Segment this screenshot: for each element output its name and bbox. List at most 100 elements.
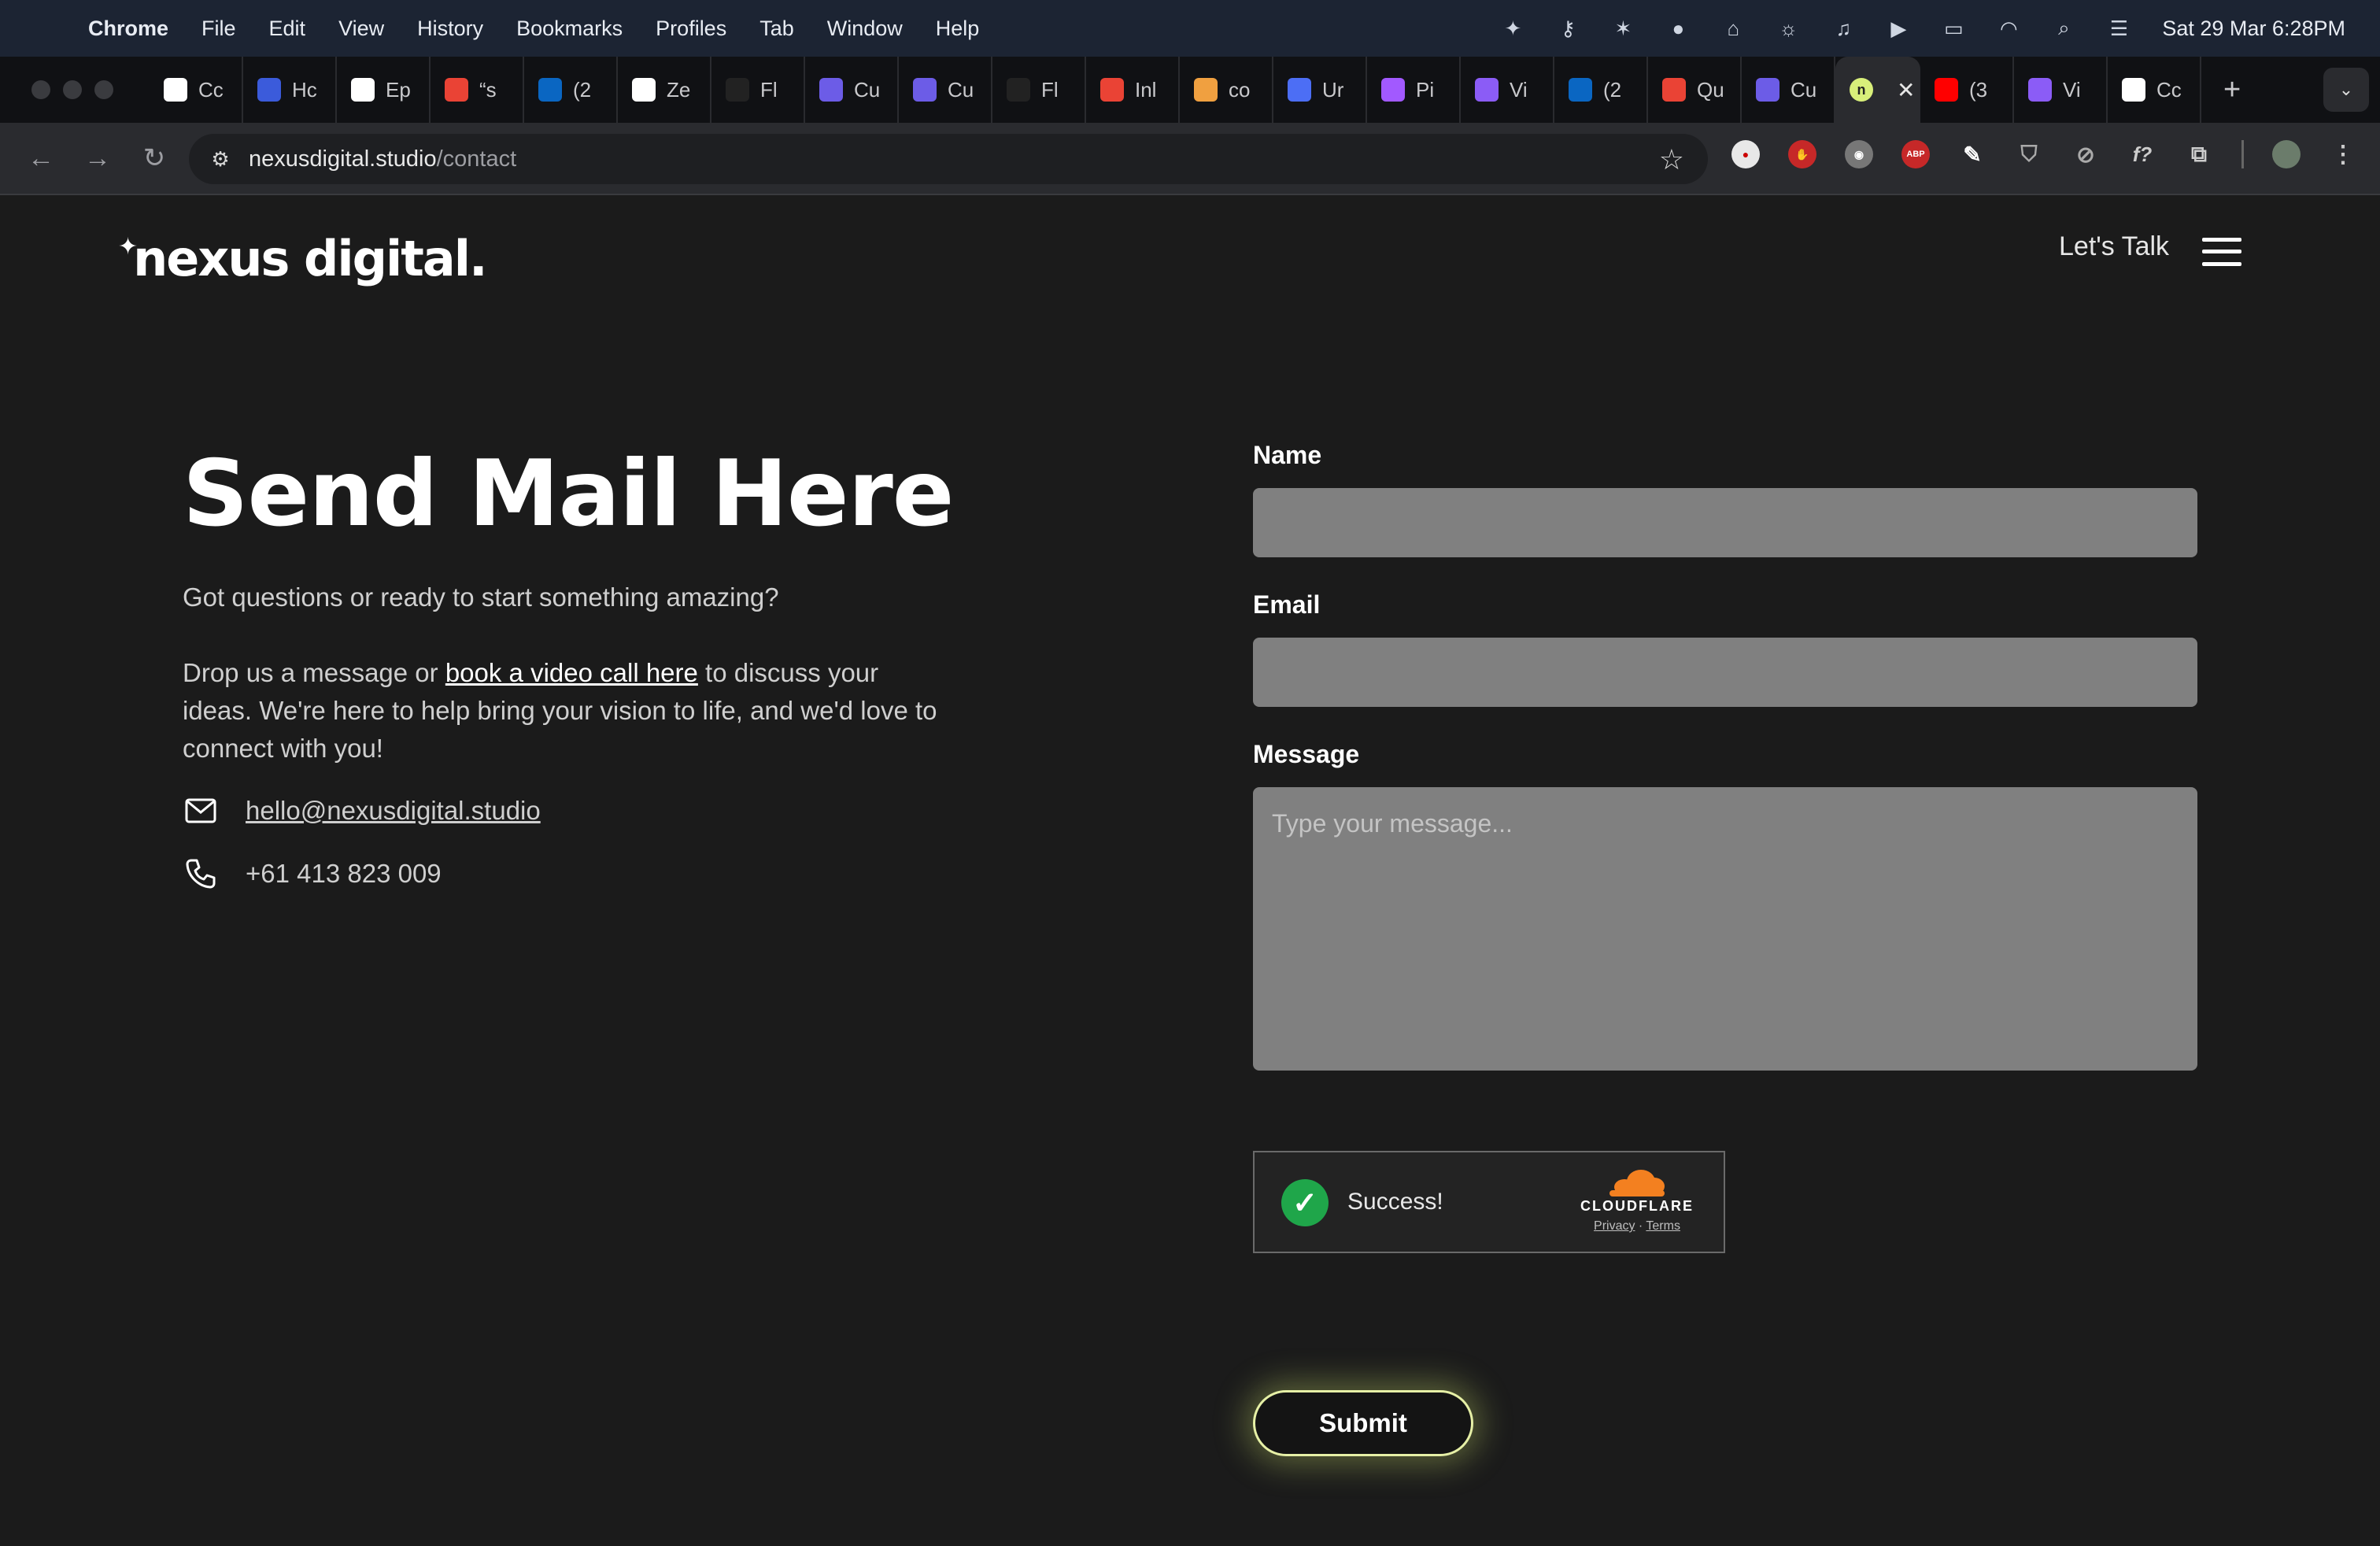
phone-row: +61 413 823 009	[183, 853, 970, 895]
tab-a0[interactable]: (3	[1920, 57, 2014, 123]
tab-title: co	[1229, 77, 1251, 102]
close-window-button[interactable]	[31, 80, 50, 99]
site-header: ✦nexus digital. Let's Talk	[0, 197, 2380, 315]
hamburger-line	[2202, 262, 2241, 266]
menu-history[interactable]: History	[417, 17, 483, 41]
stop-hand-extension-icon[interactable]: ✋	[1788, 140, 1816, 168]
forward-icon[interactable]: →	[82, 142, 113, 174]
menu-file[interactable]: File	[201, 17, 236, 41]
tab-search-icon[interactable]: ⌄	[2323, 68, 2369, 112]
wifi-icon[interactable]: ◠	[1997, 17, 2020, 40]
tab-17[interactable]: Cu	[1742, 57, 1835, 123]
tab-15[interactable]: (2	[1554, 57, 1648, 123]
tab-title: (2	[573, 77, 592, 102]
tab-title: Cu	[948, 77, 974, 102]
minimize-window-button[interactable]	[63, 80, 82, 99]
close-tab-icon[interactable]: ✕	[1897, 77, 1915, 103]
tab-9[interactable]: Fl	[992, 57, 1086, 123]
menu-view[interactable]: View	[338, 17, 384, 41]
cast-icon[interactable]: ⌂	[1721, 17, 1745, 40]
shield-extension-icon[interactable]: ⛉	[2015, 140, 2043, 168]
menu-bookmarks[interactable]: Bookmarks	[516, 17, 623, 41]
profile-avatar[interactable]	[2272, 140, 2301, 168]
privacy-link[interactable]: Privacy	[1594, 1219, 1635, 1233]
email-link[interactable]: hello@nexusdigital.studio	[246, 796, 541, 826]
tab-title: (3	[1969, 77, 1988, 102]
terms-link[interactable]: Terms	[1646, 1219, 1680, 1233]
tab-title: Ur	[1322, 77, 1344, 102]
tab-0[interactable]: Cc	[150, 57, 243, 123]
menu-profiles[interactable]: Profiles	[656, 17, 726, 41]
url-text[interactable]: nexusdigital.studio/contact	[249, 146, 516, 172]
site-settings-icon[interactable]: ⚙	[206, 145, 235, 173]
play-icon[interactable]: ▶	[1887, 17, 1910, 40]
tab-active[interactable]: n ✕	[1835, 57, 1920, 123]
browser-toolbar: ← → ↻ ⚙ nexusdigital.studio/contact ☆ ● …	[0, 123, 2380, 195]
tab-title: Vi	[2063, 77, 2081, 102]
lets-talk-link[interactable]: Let's Talk	[2059, 231, 2169, 262]
key-icon[interactable]: ⚷	[1556, 17, 1580, 40]
message-label: Message	[1253, 740, 1360, 768]
adblock-extension-icon[interactable]: ABP	[1901, 140, 1930, 168]
control-center-icon[interactable]: ☰	[2107, 17, 2131, 40]
brightness-icon[interactable]: ☼	[1776, 17, 1800, 40]
cloudflare-turnstile[interactable]: ✓ Success! CLOUDFLARE Privacy · Terms	[1253, 1151, 1725, 1253]
book-video-call-link[interactable]: book a video call here	[445, 658, 698, 687]
tab-6[interactable]: Fl	[711, 57, 805, 123]
email-field[interactable]	[1253, 638, 2197, 707]
menu-tab[interactable]: Tab	[759, 17, 794, 41]
tab-3[interactable]: “s	[431, 57, 524, 123]
tab-favicon-icon	[1475, 78, 1499, 102]
bookmark-star-icon[interactable]: ☆	[1659, 143, 1684, 176]
chrome-menu-icon[interactable]: ⋮	[2329, 140, 2357, 168]
tab-1[interactable]: Hc	[243, 57, 337, 123]
url-domain: nexusdigital.studio	[249, 146, 437, 172]
message-field[interactable]	[1253, 787, 2197, 1071]
submit-button[interactable]: Submit	[1253, 1390, 1473, 1456]
menu-edit[interactable]: Edit	[269, 17, 306, 41]
font-extension-icon[interactable]: f?	[2128, 140, 2156, 168]
tab-a1[interactable]: Vi	[2014, 57, 2108, 123]
figma-status-icon[interactable]: ✦	[1501, 17, 1524, 40]
tab-16[interactable]: Qu	[1648, 57, 1742, 123]
eyedropper-extension-icon[interactable]: ✎	[1958, 140, 1986, 168]
clock[interactable]: Sat 29 Mar 6:28PM	[2162, 17, 2345, 41]
tab-title: Pi	[1416, 77, 1435, 102]
tab-a2[interactable]: Cc	[2108, 57, 2201, 123]
extensions-puzzle-icon[interactable]: ⧉	[2185, 140, 2213, 168]
owl-extension-icon[interactable]: ◉	[1845, 140, 1873, 168]
pokeball-extension-icon[interactable]: ●	[1731, 140, 1760, 168]
tab-4[interactable]: (2	[524, 57, 618, 123]
new-tab-icon[interactable]: +	[2223, 73, 2241, 107]
hamburger-menu-icon[interactable]	[2202, 238, 2241, 266]
compass-extension-icon[interactable]: ⊘	[2071, 140, 2100, 168]
tab-5[interactable]: Ze	[618, 57, 711, 123]
tab-2[interactable]: Ep	[337, 57, 431, 123]
mail-icon	[183, 793, 219, 829]
reload-icon[interactable]: ↻	[139, 142, 170, 174]
captcha-status: Success!	[1347, 1189, 1443, 1215]
tab-11[interactable]: co	[1180, 57, 1273, 123]
address-bar[interactable]: ⚙ nexusdigital.studio/contact ☆	[189, 134, 1708, 184]
menu-app-name[interactable]: Chrome	[88, 17, 168, 41]
site-logo[interactable]: ✦nexus digital.	[118, 230, 488, 287]
menu-help[interactable]: Help	[936, 17, 980, 41]
sync-icon[interactable]: ✶	[1611, 17, 1635, 40]
menu-window[interactable]: Window	[827, 17, 903, 41]
tab-8[interactable]: Cu	[899, 57, 992, 123]
phone-number[interactable]: +61 413 823 009	[246, 859, 442, 889]
tab-10[interactable]: Inl	[1086, 57, 1180, 123]
battery-icon[interactable]: ▭	[1942, 17, 1965, 40]
tab-favicon-icon	[1662, 78, 1686, 102]
tab-7[interactable]: Cu	[805, 57, 899, 123]
name-field[interactable]	[1253, 488, 2197, 557]
n-status-icon[interactable]: ●	[1666, 17, 1690, 40]
airpods-icon[interactable]: ♫	[1831, 17, 1855, 40]
back-icon[interactable]: ←	[25, 142, 57, 174]
tab-12[interactable]: Ur	[1273, 57, 1367, 123]
fullscreen-window-button[interactable]	[94, 80, 113, 99]
tab-13[interactable]: Pi	[1367, 57, 1461, 123]
tab-title: Ep	[386, 77, 411, 102]
tab-14[interactable]: Vi	[1461, 57, 1554, 123]
spotlight-search-icon[interactable]: ⌕	[2052, 16, 2075, 40]
